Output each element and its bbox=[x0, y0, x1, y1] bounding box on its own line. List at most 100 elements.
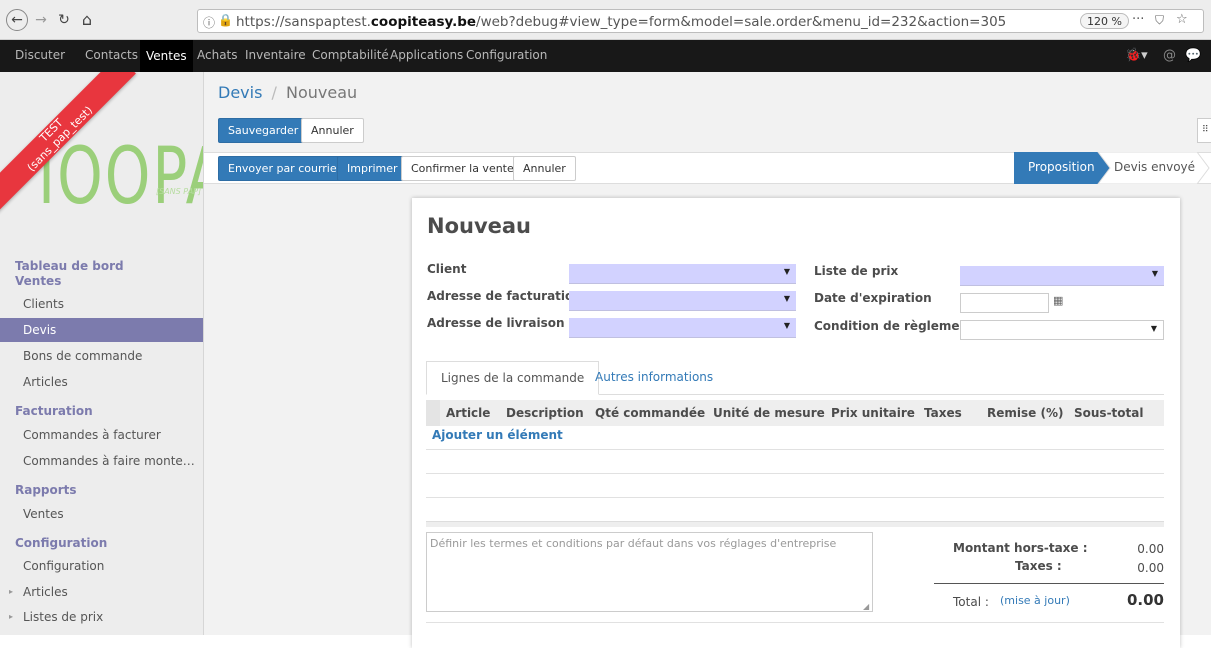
caret-right-icon: ▸ bbox=[9, 587, 14, 596]
sidebar-item-articles[interactable]: Articles bbox=[0, 370, 203, 394]
col-article[interactable]: Article bbox=[446, 406, 490, 420]
terms-note-field[interactable]: Définir les termes et conditions par déf… bbox=[426, 532, 873, 612]
zoom-indicator[interactable]: 120 % bbox=[1080, 13, 1129, 29]
resize-handle-icon[interactable]: ◢ bbox=[863, 602, 869, 611]
sidebar-section-rapports[interactable]: Rapports bbox=[15, 483, 77, 497]
table-row-line bbox=[426, 449, 1164, 450]
calendar-icon[interactable]: ▦ bbox=[1053, 294, 1063, 307]
add-line-link[interactable]: Ajouter un élément bbox=[432, 428, 563, 442]
url-bar[interactable]: ⓘ 🔒 https://sanspaptest.coopiteasy.be/we… bbox=[197, 9, 1204, 33]
col-uom[interactable]: Unité de mesure bbox=[713, 406, 825, 420]
print-button[interactable]: Imprimer bbox=[337, 156, 408, 181]
table-row-line bbox=[426, 497, 1164, 498]
sidebar-section-dashboard[interactable]: Tableau de bord bbox=[15, 259, 124, 273]
sidebar-item-configuration[interactable]: Configuration bbox=[0, 554, 203, 578]
expiration-date-field[interactable] bbox=[960, 293, 1049, 313]
menu-comptabilite[interactable]: Comptabilité bbox=[312, 48, 389, 62]
breadcrumb-devis[interactable]: Devis bbox=[218, 83, 262, 102]
payment-terms-field[interactable]: ▼ bbox=[960, 320, 1164, 340]
col-description[interactable]: Description bbox=[506, 406, 584, 420]
form-sheet: Nouveau Client ▼ Adresse de facturation … bbox=[412, 198, 1180, 648]
menu-applications[interactable]: Applications bbox=[390, 48, 463, 62]
pricelist-field[interactable]: ▼ bbox=[960, 266, 1164, 286]
breadcrumb-separator: / bbox=[271, 83, 277, 102]
sidebar-toggle-icon[interactable]: ⠿ bbox=[1197, 118, 1211, 143]
sidebar-item-commandes-a-faire-monter[interactable]: Commandes à faire monte… bbox=[0, 449, 203, 473]
discard-button[interactable]: Annuler bbox=[301, 118, 364, 143]
sidebar-item-bons-de-commande[interactable]: Bons de commande bbox=[0, 344, 203, 368]
taxes-amount: 0.00 bbox=[1137, 561, 1164, 575]
table-row-line bbox=[426, 473, 1164, 474]
dropdown-arrow-icon: ▼ bbox=[783, 294, 790, 303]
back-button[interactable]: ← bbox=[6, 9, 28, 31]
sidebar-item-rapport-ventes[interactable]: Ventes bbox=[0, 502, 203, 526]
untaxed-amount: 0.00 bbox=[1137, 542, 1164, 556]
save-button[interactable]: Sauvegarder bbox=[218, 118, 309, 143]
page-menu-icon[interactable]: ··· bbox=[1132, 12, 1144, 27]
menu-discuter[interactable]: Discuter bbox=[15, 48, 65, 62]
pocket-icon[interactable]: ⛉ bbox=[1155, 13, 1164, 28]
sidebar-item-label: Articles bbox=[23, 585, 68, 599]
star-icon[interactable]: ☆ bbox=[1176, 12, 1188, 27]
chat-icon[interactable]: 💬 bbox=[1185, 48, 1201, 63]
logo-subtitle: [SANS PAP] bbox=[156, 187, 202, 196]
invoice-address-field[interactable]: ▼ bbox=[569, 291, 796, 311]
delivery-address-field[interactable]: ▼ bbox=[569, 318, 796, 338]
sidebar-section-ventes[interactable]: Ventes bbox=[15, 274, 61, 288]
handle-column bbox=[426, 400, 440, 426]
menu-ventes[interactable]: Ventes bbox=[140, 40, 193, 72]
stage-proposition[interactable]: Proposition bbox=[1028, 160, 1095, 174]
col-taxes[interactable]: Taxes bbox=[924, 406, 962, 420]
dropdown-arrow-icon: ▼ bbox=[783, 321, 790, 330]
menu-contacts[interactable]: Contacts bbox=[85, 48, 138, 62]
menu-achats[interactable]: Achats bbox=[197, 48, 238, 62]
activity-icon[interactable]: @ bbox=[1163, 48, 1176, 63]
forward-button[interactable]: → bbox=[32, 9, 50, 31]
form-title: Nouveau bbox=[427, 214, 532, 238]
sidebar-item-devis[interactable]: Devis bbox=[0, 318, 203, 342]
col-qty[interactable]: Qté commandée bbox=[595, 406, 705, 420]
client-field[interactable]: ▼ bbox=[569, 264, 796, 284]
sidebar-item-label: Listes de prix bbox=[23, 610, 104, 624]
home-icon[interactable]: ⌂ bbox=[78, 9, 96, 31]
main-content: Devis / Nouveau Sauvegarder Annuler ⠿ En… bbox=[204, 72, 1211, 648]
sidebar-item-listes-de-prix[interactable]: ▸ Listes de prix bbox=[0, 605, 203, 629]
dropdown-arrow-icon: ▼ bbox=[783, 267, 790, 276]
col-discount[interactable]: Remise (%) bbox=[987, 406, 1063, 420]
label-untaxed: Montant hors-taxe : bbox=[953, 541, 1088, 555]
tab-order-lines[interactable]: Lignes de la commande bbox=[426, 361, 600, 395]
sidebar-item-clients[interactable]: Clients bbox=[0, 292, 203, 316]
sidebar-item-commandes-a-facturer[interactable]: Commandes à facturer bbox=[0, 423, 203, 447]
confirm-sale-button[interactable]: Confirmer la vente bbox=[401, 156, 524, 181]
status-bar: Envoyer par courriel Imprimer Confirmer … bbox=[204, 152, 1211, 184]
caret-right-icon: ▸ bbox=[9, 612, 14, 621]
app-top-bar: Discuter Contacts Ventes Achats Inventai… bbox=[0, 40, 1211, 72]
send-email-button[interactable]: Envoyer par courriel bbox=[218, 156, 350, 181]
col-unit-price[interactable]: Prix unitaire bbox=[831, 406, 915, 420]
dropdown-arrow-icon: ▼ bbox=[1150, 324, 1157, 333]
totals-divider bbox=[934, 583, 1164, 584]
menu-configuration[interactable]: Configuration bbox=[466, 48, 547, 62]
update-totals-link[interactable]: (mise à jour) bbox=[1000, 594, 1070, 607]
breadcrumb-current: Nouveau bbox=[286, 83, 358, 102]
sidebar-item-config-articles[interactable]: ▸ Articles bbox=[0, 580, 203, 604]
tab-other-info[interactable]: Autres informations bbox=[595, 361, 713, 395]
sidebar-section-configuration[interactable]: Configuration bbox=[15, 536, 107, 550]
cancel-order-button[interactable]: Annuler bbox=[513, 156, 576, 181]
sidebar: IOOPAP [SANS PAP] TEST (sans_pap_test) T… bbox=[0, 72, 204, 635]
sheet-bottom-line bbox=[426, 622, 1164, 623]
info-icon[interactable]: ⓘ bbox=[203, 14, 215, 31]
reload-icon[interactable]: ↻ bbox=[55, 9, 73, 31]
dropdown-arrow-icon: ▼ bbox=[1151, 269, 1158, 278]
sidebar-section-facturation[interactable]: Facturation bbox=[15, 404, 93, 418]
label-taxes: Taxes : bbox=[1015, 559, 1062, 573]
label-adresse-facturation: Adresse de facturation bbox=[427, 289, 582, 303]
menu-inventaire[interactable]: Inventaire bbox=[245, 48, 306, 62]
total-amount: 0.00 bbox=[1126, 591, 1164, 609]
stage-devis-envoye[interactable]: Devis envoyé bbox=[1114, 160, 1195, 174]
debug-icon[interactable]: 🐞▾ bbox=[1125, 48, 1148, 63]
url-domain: coopiteasy.be bbox=[370, 14, 477, 30]
label-liste-de-prix: Liste de prix bbox=[814, 264, 899, 278]
url-prefix: https://sanspaptest. bbox=[236, 14, 371, 30]
col-subtotal[interactable]: Sous-total bbox=[1074, 406, 1143, 420]
